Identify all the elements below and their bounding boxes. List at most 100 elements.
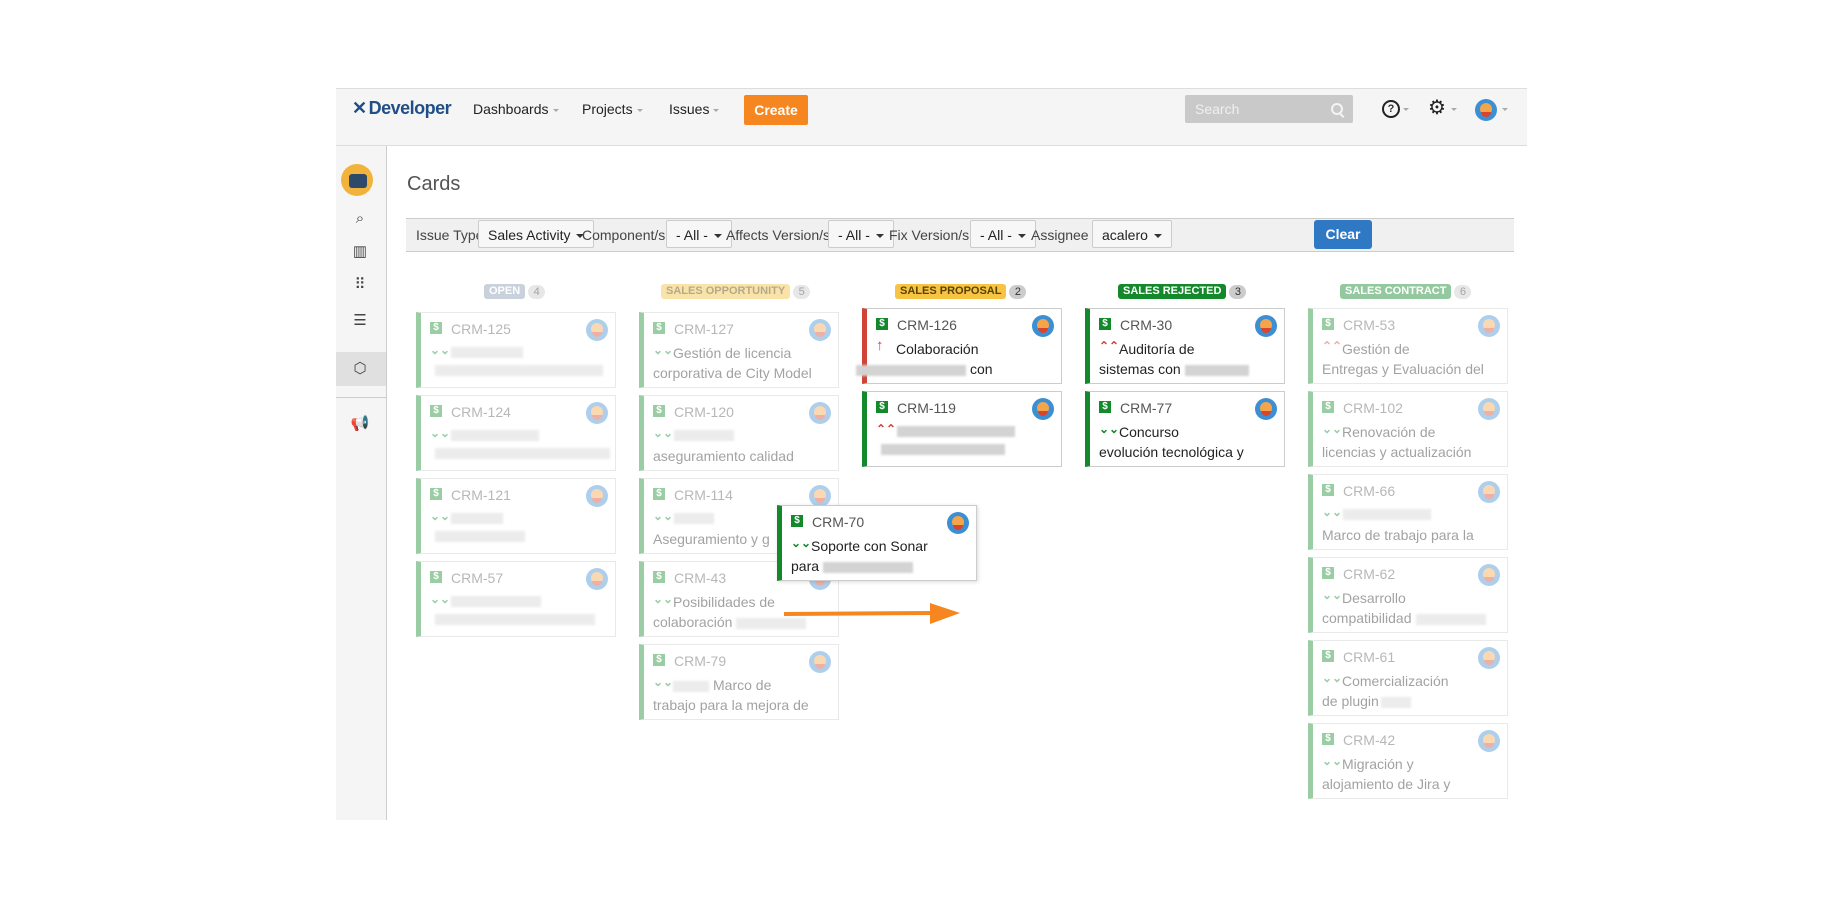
nav-issues[interactable]: Issues <box>669 101 720 117</box>
chevron-down-icon <box>713 234 722 239</box>
redacted-text <box>435 448 610 459</box>
column-count: 3 <box>1229 284 1247 299</box>
issue-key[interactable]: CRM-120 <box>674 404 734 420</box>
issue-key[interactable]: CRM-30 <box>1120 317 1172 333</box>
assignee-avatar <box>1478 398 1500 420</box>
user-avatar[interactable] <box>1475 99 1497 121</box>
dragged-issue-card[interactable]: $ CRM-70 ⌄⌄ Soporte con Sonar para <box>777 505 977 581</box>
priority-low-icon: ⌄⌄ <box>430 426 451 440</box>
issue-card[interactable]: $ CRM-42 ⌄⌄ Migración y alojamiento de Ji… <box>1308 723 1508 799</box>
logo[interactable]: ✕ Developer <box>352 98 452 119</box>
issue-key[interactable]: CRM-79 <box>674 653 726 669</box>
issue-key[interactable]: CRM-102 <box>1343 400 1403 416</box>
create-button[interactable]: Create <box>744 95 808 125</box>
priority-low-icon: ⌄⌄ <box>430 343 451 357</box>
dollar-icon: $ <box>1099 318 1111 330</box>
search-icon[interactable] <box>1331 103 1343 115</box>
summary-line: colaboración <box>653 614 733 630</box>
summary-line: Auditoría de <box>1119 341 1195 357</box>
issue-key[interactable]: CRM-124 <box>451 404 511 420</box>
dollar-icon: $ <box>876 318 888 330</box>
issue-key[interactable]: CRM-121 <box>451 487 511 503</box>
issue-key[interactable]: CRM-127 <box>674 321 734 337</box>
assignee-select[interactable]: acalero <box>1092 220 1172 248</box>
gear-icon[interactable]: ⚙ <box>1428 98 1446 118</box>
assignee-avatar <box>1478 481 1500 503</box>
search-box[interactable] <box>1185 95 1353 123</box>
chevron-down-icon <box>636 108 643 112</box>
affects-version-value: - All - <box>838 227 870 243</box>
priority-low-icon: ⌄⌄ <box>1322 505 1343 519</box>
assignee-avatar <box>1255 315 1277 337</box>
nav-dashboards[interactable]: Dashboards <box>473 101 559 117</box>
redacted-text <box>897 426 1015 437</box>
issue-key[interactable]: CRM-53 <box>1343 317 1395 333</box>
summary-line: Colaboración <box>896 341 979 357</box>
issue-card[interactable]: $ CRM-124 ⌄⌄ <box>416 395 616 471</box>
issue-key[interactable]: CRM-126 <box>897 317 957 333</box>
project-avatar[interactable] <box>341 164 373 196</box>
issue-card[interactable]: $ CRM-125 ⌄⌄ <box>416 312 616 388</box>
redacted-text <box>1184 364 1249 376</box>
megaphone-icon[interactable]: 📢 <box>347 413 373 435</box>
issue-card[interactable]: $ CRM-121 ⌄⌄ <box>416 478 616 554</box>
column-count: 5 <box>793 284 811 299</box>
issue-card[interactable]: $ CRM-119 ⌃⌃ <box>862 391 1062 467</box>
search-issues-icon[interactable]: ⌕ <box>347 208 373 230</box>
chevron-down-icon <box>713 108 720 112</box>
assignee-avatar <box>809 651 831 673</box>
issue-card[interactable]: $ CRM-66 ⌄⌄ Marco de trabajo para la <box>1308 474 1508 550</box>
summary-line: Marco de <box>713 677 772 693</box>
issue-key[interactable]: CRM-61 <box>1343 649 1395 665</box>
dollar-icon: $ <box>653 654 665 666</box>
column-count: 2 <box>1009 284 1027 299</box>
grid-icon[interactable]: ⠿ <box>347 274 373 296</box>
assignee-avatar <box>1478 564 1500 586</box>
help-icon[interactable]: ? <box>1382 100 1400 118</box>
clear-button[interactable]: Clear <box>1314 220 1372 249</box>
board-icon[interactable]: ☰ <box>347 310 373 332</box>
issue-key[interactable]: CRM-62 <box>1343 566 1395 582</box>
issue-card[interactable]: $ CRM-102 ⌄⌄ Renovación de licencias y ac… <box>1308 391 1508 467</box>
chevron-down-icon <box>875 234 884 239</box>
fix-version-select[interactable]: - All - <box>970 220 1036 248</box>
issue-key[interactable]: CRM-119 <box>897 400 956 416</box>
issue-card[interactable]: $ CRM-120 ⌄⌄ aseguramiento calidad <box>639 395 839 471</box>
issue-key[interactable]: CRM-66 <box>1343 483 1395 499</box>
column-header-sales-rejected: SALES REJECTED 3 <box>1118 284 1247 299</box>
issue-card[interactable]: $ CRM-53 ⌃⌃ Gestión de Entregas y Evaluac… <box>1308 308 1508 384</box>
issue-card[interactable]: $ CRM-126 ↑ Colaboración con <box>856 308 1062 384</box>
issue-card[interactable]: $ CRM-79 ⌄⌄ Marco de trabajo para la mejo… <box>639 644 839 720</box>
issue-key[interactable]: CRM-114 <box>674 487 733 503</box>
summary-line: Concurso <box>1119 424 1179 440</box>
issue-card[interactable]: $ CRM-57 ⌄⌄ <box>416 561 616 637</box>
issue-key[interactable]: CRM-77 <box>1120 400 1172 416</box>
issue-key[interactable]: CRM-125 <box>451 321 511 337</box>
affects-version-label: Affects Version/s <box>726 227 831 243</box>
components-icon[interactable]: ⬡ <box>347 358 373 380</box>
nav-projects[interactable]: Projects <box>582 101 643 117</box>
sidebar-divider <box>336 397 386 398</box>
chevron-down-icon <box>1502 108 1508 111</box>
issue-key[interactable]: CRM-42 <box>1343 732 1395 748</box>
issue-summary: Gestión de licencia corporativa de City M… <box>653 343 823 383</box>
component-select[interactable]: - All - <box>666 220 732 248</box>
summary-line: Gestión de <box>1342 341 1410 357</box>
issue-card[interactable]: $ CRM-127 ⌄⌄ Gestión de licencia corporat… <box>639 312 839 388</box>
issue-key[interactable]: CRM-43 <box>674 570 726 586</box>
summary-line: Aseguramiento y g <box>653 531 770 547</box>
affects-version-select[interactable]: - All - <box>828 220 894 248</box>
issue-card[interactable]: $ CRM-77 ⌄⌄ Concurso evolución tecnológic… <box>1085 391 1285 467</box>
issue-key[interactable]: CRM-70 <box>812 514 864 530</box>
issue-type-select[interactable]: Sales Activity <box>478 220 595 248</box>
issue-key[interactable]: CRM-57 <box>451 570 503 586</box>
column-header-sales-opportunity: SALES OPPORTUNITY 5 <box>661 284 811 299</box>
redacted-text <box>881 444 1005 455</box>
issue-card[interactable]: $ CRM-30 ⌃⌃ Auditoría de sistemas con <box>1085 308 1285 384</box>
search-input[interactable] <box>1185 95 1335 123</box>
redacted-text <box>435 365 603 376</box>
issue-card[interactable]: $ CRM-61 ⌄⌄ Comercialización de plugin <box>1308 640 1508 716</box>
issue-card[interactable]: $ CRM-62 ⌄⌄ Desarrollo compatibilidad <box>1308 557 1508 633</box>
reports-icon[interactable]: ▥ <box>347 241 373 263</box>
issue-summary: Concurso evolución tecnológica y <box>1099 422 1269 462</box>
